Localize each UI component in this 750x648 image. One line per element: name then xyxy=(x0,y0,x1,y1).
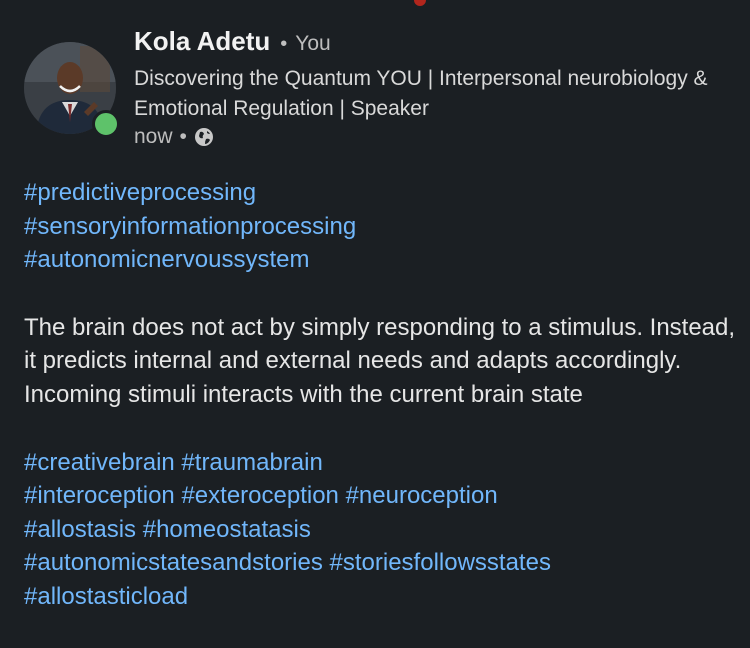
hashtag-link[interactable]: #autonomicstatesandstories xyxy=(24,549,323,576)
top-edge-mark xyxy=(414,0,426,6)
post-time: now xyxy=(134,125,173,148)
separator-dot: • xyxy=(179,125,187,148)
post-body: The brain does not act by simply respond… xyxy=(24,313,736,408)
separator-dot: • xyxy=(280,33,288,55)
hashtag-link[interactable]: #autonomicnervoussystem xyxy=(24,246,309,273)
online-status-indicator xyxy=(92,110,120,138)
hashtags-bottom: #creativebrain #traumabrain #interocepti… xyxy=(24,446,736,614)
hashtag-link[interactable]: #allostasticload xyxy=(24,583,188,610)
hashtag-link[interactable]: #predictiveprocessing xyxy=(24,179,256,206)
post-content: #predictiveprocessing #sensoryinformatio… xyxy=(24,176,736,614)
post-meta: now • xyxy=(134,123,214,151)
author-name-row: Kola Adetu • You xyxy=(134,26,331,60)
hashtag-link[interactable]: #homeostatasis xyxy=(143,516,311,543)
author-headline: Discovering the Quantum YOU | Interperso… xyxy=(134,67,708,120)
hashtag-link[interactable]: #interoception xyxy=(24,482,175,509)
hashtag-link[interactable]: #allostasis xyxy=(24,516,136,543)
hashtag-link[interactable]: #neuroception xyxy=(346,482,498,509)
hashtag-link[interactable]: #traumabrain xyxy=(181,449,322,476)
hashtag-link[interactable]: #exteroception xyxy=(181,482,338,509)
hashtags-top: #predictiveprocessing #sensoryinformatio… xyxy=(24,176,736,277)
hashtag-link[interactable]: #creativebrain xyxy=(24,449,175,476)
globe-icon[interactable] xyxy=(194,127,214,147)
hashtag-link[interactable]: #sensoryinformationprocessing xyxy=(24,213,356,240)
author-name[interactable]: Kola Adetu xyxy=(134,26,270,57)
post-header: Kola Adetu • You Discovering the Quantum… xyxy=(24,26,724,156)
hashtag-link[interactable]: #storiesfollowsstates xyxy=(330,549,551,576)
author-relation: You xyxy=(295,32,331,55)
